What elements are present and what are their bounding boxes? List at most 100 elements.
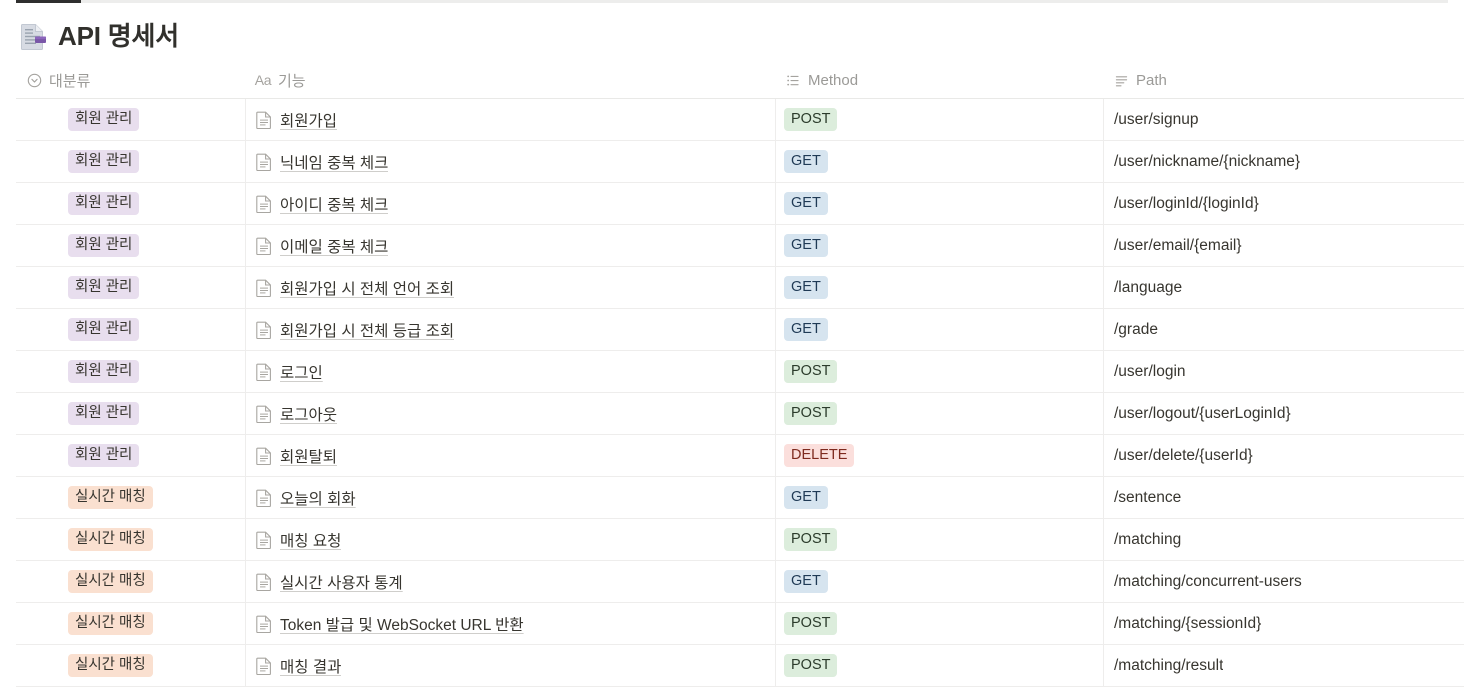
cell-method[interactable]: POST [775, 99, 1103, 140]
function-link[interactable]: 매칭 요청 [256, 529, 341, 551]
cell-function[interactable]: 매칭 요청 [245, 519, 775, 560]
column-header-path-label: Path [1136, 71, 1167, 89]
table-row[interactable]: 회원 관리 회원가입 시 전체 등급 조회 GET /grade [16, 309, 1464, 351]
function-link[interactable]: 회원탈퇴 [256, 445, 337, 467]
cell-method[interactable]: POST [775, 351, 1103, 392]
page-icon [256, 657, 272, 675]
cell-path[interactable]: /user/login [1103, 351, 1464, 392]
function-link[interactable]: 회원가입 시 전체 언어 조회 [256, 277, 454, 299]
cell-function[interactable]: 이메일 중복 체크 [245, 225, 775, 266]
cell-function[interactable]: Token 발급 및 WebSocket URL 반환 [245, 603, 775, 644]
cell-function[interactable]: 오늘의 회화 [245, 477, 775, 518]
cell-function[interactable]: 매칭 결과 [245, 645, 775, 686]
function-link[interactable]: 오늘의 회화 [256, 487, 356, 509]
cell-path[interactable]: /matching [1103, 519, 1464, 560]
cell-method[interactable]: POST [775, 519, 1103, 560]
category-tag: 회원 관리 [68, 402, 140, 425]
cell-category[interactable]: 실시간 매칭 [16, 645, 245, 686]
cell-function[interactable]: 닉네임 중복 체크 [245, 141, 775, 182]
table-row[interactable]: 회원 관리 이메일 중복 체크 GET /user/email/{email} [16, 225, 1464, 267]
cell-method[interactable]: GET [775, 267, 1103, 308]
cell-function[interactable]: 회원가입 시 전체 언어 조회 [245, 267, 775, 308]
cell-path[interactable]: /matching/concurrent-users [1103, 561, 1464, 602]
cell-method[interactable]: GET [775, 141, 1103, 182]
page-icon [256, 405, 272, 423]
function-link[interactable]: 회원가입 [256, 109, 337, 131]
title-property-icon: Aa [254, 72, 272, 88]
column-header-path[interactable]: Path [1103, 62, 1464, 98]
cell-path[interactable]: /user/signup [1103, 99, 1464, 140]
column-header-function[interactable]: Aa 기능 [245, 62, 775, 98]
cell-method[interactable]: GET [775, 561, 1103, 602]
cell-method[interactable]: GET [775, 183, 1103, 224]
cell-category[interactable]: 실시간 매칭 [16, 477, 245, 518]
cell-function[interactable]: 로그아웃 [245, 393, 775, 434]
table-row[interactable]: 회원 관리 회원가입 시 전체 언어 조회 GET /language [16, 267, 1464, 309]
function-link[interactable]: 로그인 [256, 361, 323, 383]
column-header-method[interactable]: Method [775, 62, 1103, 98]
cell-category[interactable]: 회원 관리 [16, 225, 245, 266]
category-tag: 회원 관리 [68, 108, 140, 131]
function-link[interactable]: Token 발급 및 WebSocket URL 반환 [256, 613, 524, 635]
cell-category[interactable]: 회원 관리 [16, 393, 245, 434]
function-link[interactable]: 실시간 사용자 통계 [256, 571, 403, 593]
table-row[interactable]: 실시간 매칭 실시간 사용자 통계 GET /matching/concurre… [16, 561, 1464, 603]
table-row[interactable]: 회원 관리 닉네임 중복 체크 GET /user/nickname/{nick… [16, 141, 1464, 183]
category-tag: 회원 관리 [68, 192, 140, 215]
cell-path[interactable]: /language [1103, 267, 1464, 308]
function-link[interactable]: 이메일 중복 체크 [256, 235, 388, 257]
cell-category[interactable]: 회원 관리 [16, 435, 245, 476]
table-row[interactable]: 실시간 매칭 매칭 결과 POST /matching/result [16, 645, 1464, 687]
page-icon [256, 363, 272, 381]
table-row[interactable]: 회원 관리 로그아웃 POST /user/logout/{userLoginI… [16, 393, 1464, 435]
cell-category[interactable]: 실시간 매칭 [16, 603, 245, 644]
cell-path[interactable]: /user/nickname/{nickname} [1103, 141, 1464, 182]
function-link[interactable]: 로그아웃 [256, 403, 337, 425]
table-row[interactable]: 회원 관리 로그인 POST /user/login [16, 351, 1464, 393]
cell-category[interactable]: 회원 관리 [16, 309, 245, 350]
cell-method[interactable]: DELETE [775, 435, 1103, 476]
cell-function[interactable]: 아이디 중복 체크 [245, 183, 775, 224]
function-link[interactable]: 매칭 결과 [256, 655, 341, 677]
cell-path[interactable]: /user/delete/{userId} [1103, 435, 1464, 476]
table-row[interactable]: 회원 관리 회원가입 POST /user/signup [16, 99, 1464, 141]
cell-category[interactable]: 회원 관리 [16, 99, 245, 140]
cell-category[interactable]: 실시간 매칭 [16, 519, 245, 560]
cell-function[interactable]: 회원가입 시 전체 등급 조회 [245, 309, 775, 350]
cell-method[interactable]: GET [775, 225, 1103, 266]
cell-path[interactable]: /matching/result [1103, 645, 1464, 686]
cell-path[interactable]: /user/logout/{userLoginId} [1103, 393, 1464, 434]
function-link[interactable]: 회원가입 시 전체 등급 조회 [256, 319, 454, 341]
cell-function[interactable]: 실시간 사용자 통계 [245, 561, 775, 602]
cell-category[interactable]: 회원 관리 [16, 267, 245, 308]
cell-path[interactable]: /grade [1103, 309, 1464, 350]
cell-function[interactable]: 회원탈퇴 [245, 435, 775, 476]
path-value: /matching/{sessionId} [1114, 614, 1262, 632]
cell-method[interactable]: GET [775, 309, 1103, 350]
cell-path[interactable]: /matching/{sessionId} [1103, 603, 1464, 644]
table-row[interactable]: 회원 관리 아이디 중복 체크 GET /user/loginId/{login… [16, 183, 1464, 225]
cell-function[interactable]: 로그인 [245, 351, 775, 392]
cell-category[interactable]: 회원 관리 [16, 141, 245, 182]
category-tag: 회원 관리 [68, 444, 140, 467]
cell-path[interactable]: /sentence [1103, 477, 1464, 518]
cell-method[interactable]: POST [775, 393, 1103, 434]
cell-path[interactable]: /user/email/{email} [1103, 225, 1464, 266]
table-row[interactable]: 실시간 매칭 Token 발급 및 WebSocket URL 반환 POST … [16, 603, 1464, 645]
table-row[interactable]: 회원 관리 회원탈퇴 DELETE /user/delete/{userId} [16, 435, 1464, 477]
cell-method[interactable]: POST [775, 603, 1103, 644]
method-badge: POST [784, 528, 838, 551]
column-header-category[interactable]: 대분류 [16, 62, 245, 98]
cell-function[interactable]: 회원가입 [245, 99, 775, 140]
cell-category[interactable]: 회원 관리 [16, 351, 245, 392]
function-link[interactable]: 닉네임 중복 체크 [256, 151, 388, 173]
function-link[interactable]: 아이디 중복 체크 [256, 193, 388, 215]
cell-method[interactable]: POST [775, 645, 1103, 686]
table-row[interactable]: 실시간 매칭 매칭 요청 POST /matching [16, 519, 1464, 561]
table-row[interactable]: 실시간 매칭 오늘의 회화 GET /sentence [16, 477, 1464, 519]
cell-category[interactable]: 회원 관리 [16, 183, 245, 224]
cell-path[interactable]: /user/loginId/{loginId} [1103, 183, 1464, 224]
cell-category[interactable]: 실시간 매칭 [16, 561, 245, 602]
path-value: /user/loginId/{loginId} [1114, 194, 1259, 212]
cell-method[interactable]: GET [775, 477, 1103, 518]
